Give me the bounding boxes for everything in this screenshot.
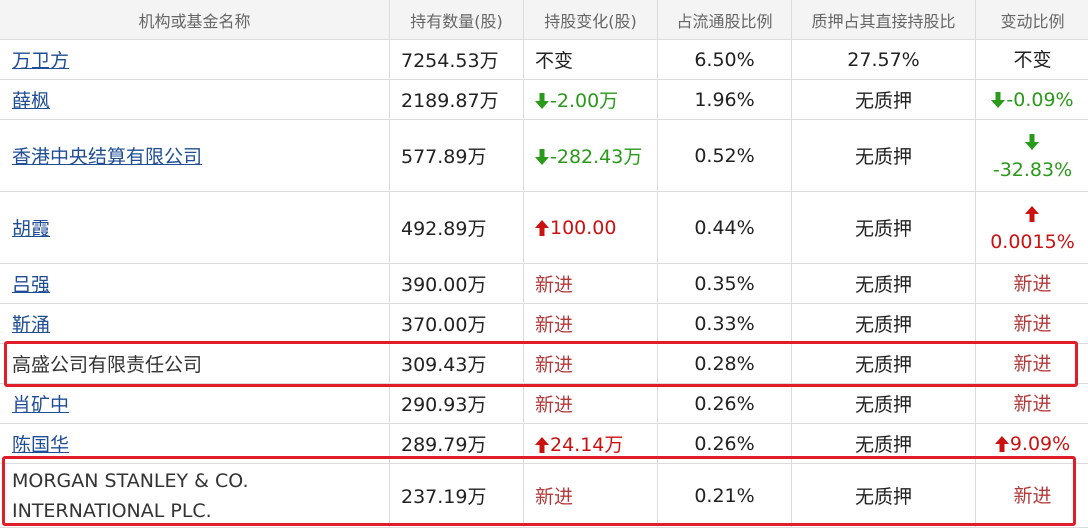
header-holding-change: 持股变化(股)	[523, 0, 658, 40]
pledge-ratio-cell: 无质押	[791, 263, 976, 304]
holder-name-cell: 高盛公司有限责任公司	[0, 343, 390, 384]
holder-name-cell: 陈国华	[0, 423, 390, 464]
holder-name-cell: 胡霞	[0, 191, 390, 264]
holder-name-cell: MORGAN STANLEY & CO. INTERNATIONAL PLC.	[0, 463, 390, 528]
holder-name-text: MORGAN STANLEY & CO. INTERNATIONAL PLC.	[12, 469, 249, 522]
float-ratio-cell: 0.52%	[657, 119, 792, 192]
float-ratio-cell: 0.28%	[657, 343, 792, 384]
table-row: 香港中央结算有限公司 577.89万 -282.43万 0.52% 无质押 -32.83%	[0, 119, 1088, 192]
pledge-ratio-cell: 无质押	[791, 423, 976, 464]
holding-change-cell: 新进	[523, 383, 658, 424]
arrow-down-icon	[1025, 131, 1040, 153]
holder-name-link[interactable]: 薛枫	[12, 90, 50, 112]
holder-name-link[interactable]: 香港中央结算有限公司	[12, 146, 202, 168]
float-ratio-cell: 0.33%	[657, 303, 792, 344]
holding-change-cell: 100.00	[523, 191, 658, 264]
holding-change-cell: -282.43万	[523, 119, 658, 192]
pledge-ratio-cell: 无质押	[791, 303, 976, 344]
holder-name-cell: 肖矿中	[0, 383, 390, 424]
holding-change-cell: 新进	[523, 303, 658, 344]
holding-change-cell: 不变	[523, 39, 658, 80]
arrow-up-icon	[1025, 203, 1040, 225]
holding-qty-cell: 290.93万	[389, 383, 524, 424]
table-row: 万卫方 7254.53万 不变 6.50% 27.57% 不变	[0, 39, 1088, 80]
table-row: 肖矿中 290.93万 新进 0.26% 无质押 新进	[0, 383, 1088, 424]
shareholders-table: 机构或基金名称 持有数量(股) 持股变化(股) 占流通股比例 质押占其直接持股比…	[0, 0, 1088, 528]
holding-qty-cell: 492.89万	[389, 191, 524, 264]
holder-name-link[interactable]: 胡霞	[12, 218, 50, 240]
float-ratio-cell: 0.35%	[657, 263, 792, 304]
holding-qty-cell: 7254.53万	[389, 39, 524, 80]
header-float-ratio: 占流通股比例	[657, 0, 792, 40]
change-ratio-cell: 新进	[975, 303, 1088, 344]
holder-name-link[interactable]: 吕强	[12, 274, 50, 296]
header-holding-qty: 持有数量(股)	[389, 0, 524, 40]
holder-name-link[interactable]: 万卫方	[12, 50, 69, 72]
holder-name-cell: 薛枫	[0, 79, 390, 120]
arrow-up-icon	[535, 434, 550, 456]
holder-name-cell: 香港中央结算有限公司	[0, 119, 390, 192]
change-ratio-cell: 新进	[975, 383, 1088, 424]
holding-qty-cell: 237.19万	[389, 463, 524, 528]
change-ratio-cell: 新进	[975, 343, 1088, 384]
pledge-ratio-cell: 27.57%	[791, 39, 976, 80]
holding-qty-cell: 577.89万	[389, 119, 524, 192]
header-pledge-ratio: 质押占其直接持股比	[791, 0, 976, 40]
arrow-down-icon	[535, 146, 550, 168]
holder-name-cell: 靳涌	[0, 303, 390, 344]
holding-qty-cell: 370.00万	[389, 303, 524, 344]
table-row: 陈国华 289.79万 24.14万 0.26% 无质押 9.09%	[0, 423, 1088, 464]
holding-change-cell: 新进	[523, 263, 658, 304]
holding-qty-cell: 289.79万	[389, 423, 524, 464]
float-ratio-cell: 0.21%	[657, 463, 792, 528]
float-ratio-cell: 0.26%	[657, 383, 792, 424]
holding-change-cell: 新进	[523, 343, 658, 384]
holding-change-cell: -2.00万	[523, 79, 658, 120]
table-row: 薛枫 2189.87万 -2.00万 1.96% 无质押 -0.09%	[0, 79, 1088, 120]
arrow-up-icon	[994, 433, 1010, 455]
table-row: MORGAN STANLEY & CO. INTERNATIONAL PLC. 2…	[0, 463, 1088, 528]
table-row: 高盛公司有限责任公司 309.43万 新进 0.28% 无质押 新进	[0, 343, 1088, 384]
holder-name-link[interactable]: 肖矿中	[12, 394, 69, 416]
holder-name-text: 高盛公司有限责任公司	[12, 354, 203, 376]
float-ratio-cell: 6.50%	[657, 39, 792, 80]
holder-name-cell: 吕强	[0, 263, 390, 304]
table-header-row: 机构或基金名称 持有数量(股) 持股变化(股) 占流通股比例 质押占其直接持股比…	[0, 0, 1088, 40]
pledge-ratio-cell: 无质押	[791, 343, 976, 384]
table-row: 胡霞 492.89万 100.00 0.44% 无质押 0.0015%	[0, 191, 1088, 264]
arrow-down-icon	[991, 89, 1006, 111]
pledge-ratio-cell: 无质押	[791, 463, 976, 528]
holding-qty-cell: 2189.87万	[389, 79, 524, 120]
change-ratio-cell: 9.09%	[975, 423, 1088, 464]
table-row: 靳涌 370.00万 新进 0.33% 无质押 新进	[0, 303, 1088, 344]
header-change-ratio: 变动比例	[975, 0, 1088, 40]
header-institution-name: 机构或基金名称	[0, 0, 390, 40]
holding-qty-cell: 390.00万	[389, 263, 524, 304]
pledge-ratio-cell: 无质押	[791, 119, 976, 192]
pledge-ratio-cell: 无质押	[791, 191, 976, 264]
float-ratio-cell: 1.96%	[657, 79, 792, 120]
holder-name-link[interactable]: 陈国华	[12, 434, 69, 456]
change-ratio-cell: -0.09%	[975, 79, 1088, 120]
holding-change-cell: 新进	[523, 463, 658, 528]
pledge-ratio-cell: 无质押	[791, 383, 976, 424]
arrow-up-icon	[535, 217, 550, 239]
holding-qty-cell: 309.43万	[389, 343, 524, 384]
float-ratio-cell: 0.26%	[657, 423, 792, 464]
change-ratio-cell: -32.83%	[975, 119, 1088, 192]
change-ratio-cell: 不变	[975, 39, 1088, 80]
table-row: 吕强 390.00万 新进 0.35% 无质押 新进	[0, 263, 1088, 304]
holding-change-cell: 24.14万	[523, 423, 658, 464]
arrow-down-icon	[535, 90, 550, 112]
float-ratio-cell: 0.44%	[657, 191, 792, 264]
change-ratio-cell: 新进	[975, 263, 1088, 304]
pledge-ratio-cell: 无质押	[791, 79, 976, 120]
holder-name-cell: 万卫方	[0, 39, 390, 80]
change-ratio-cell: 新进	[975, 463, 1088, 528]
holder-name-link[interactable]: 靳涌	[12, 314, 50, 336]
change-ratio-cell: 0.0015%	[975, 191, 1088, 264]
